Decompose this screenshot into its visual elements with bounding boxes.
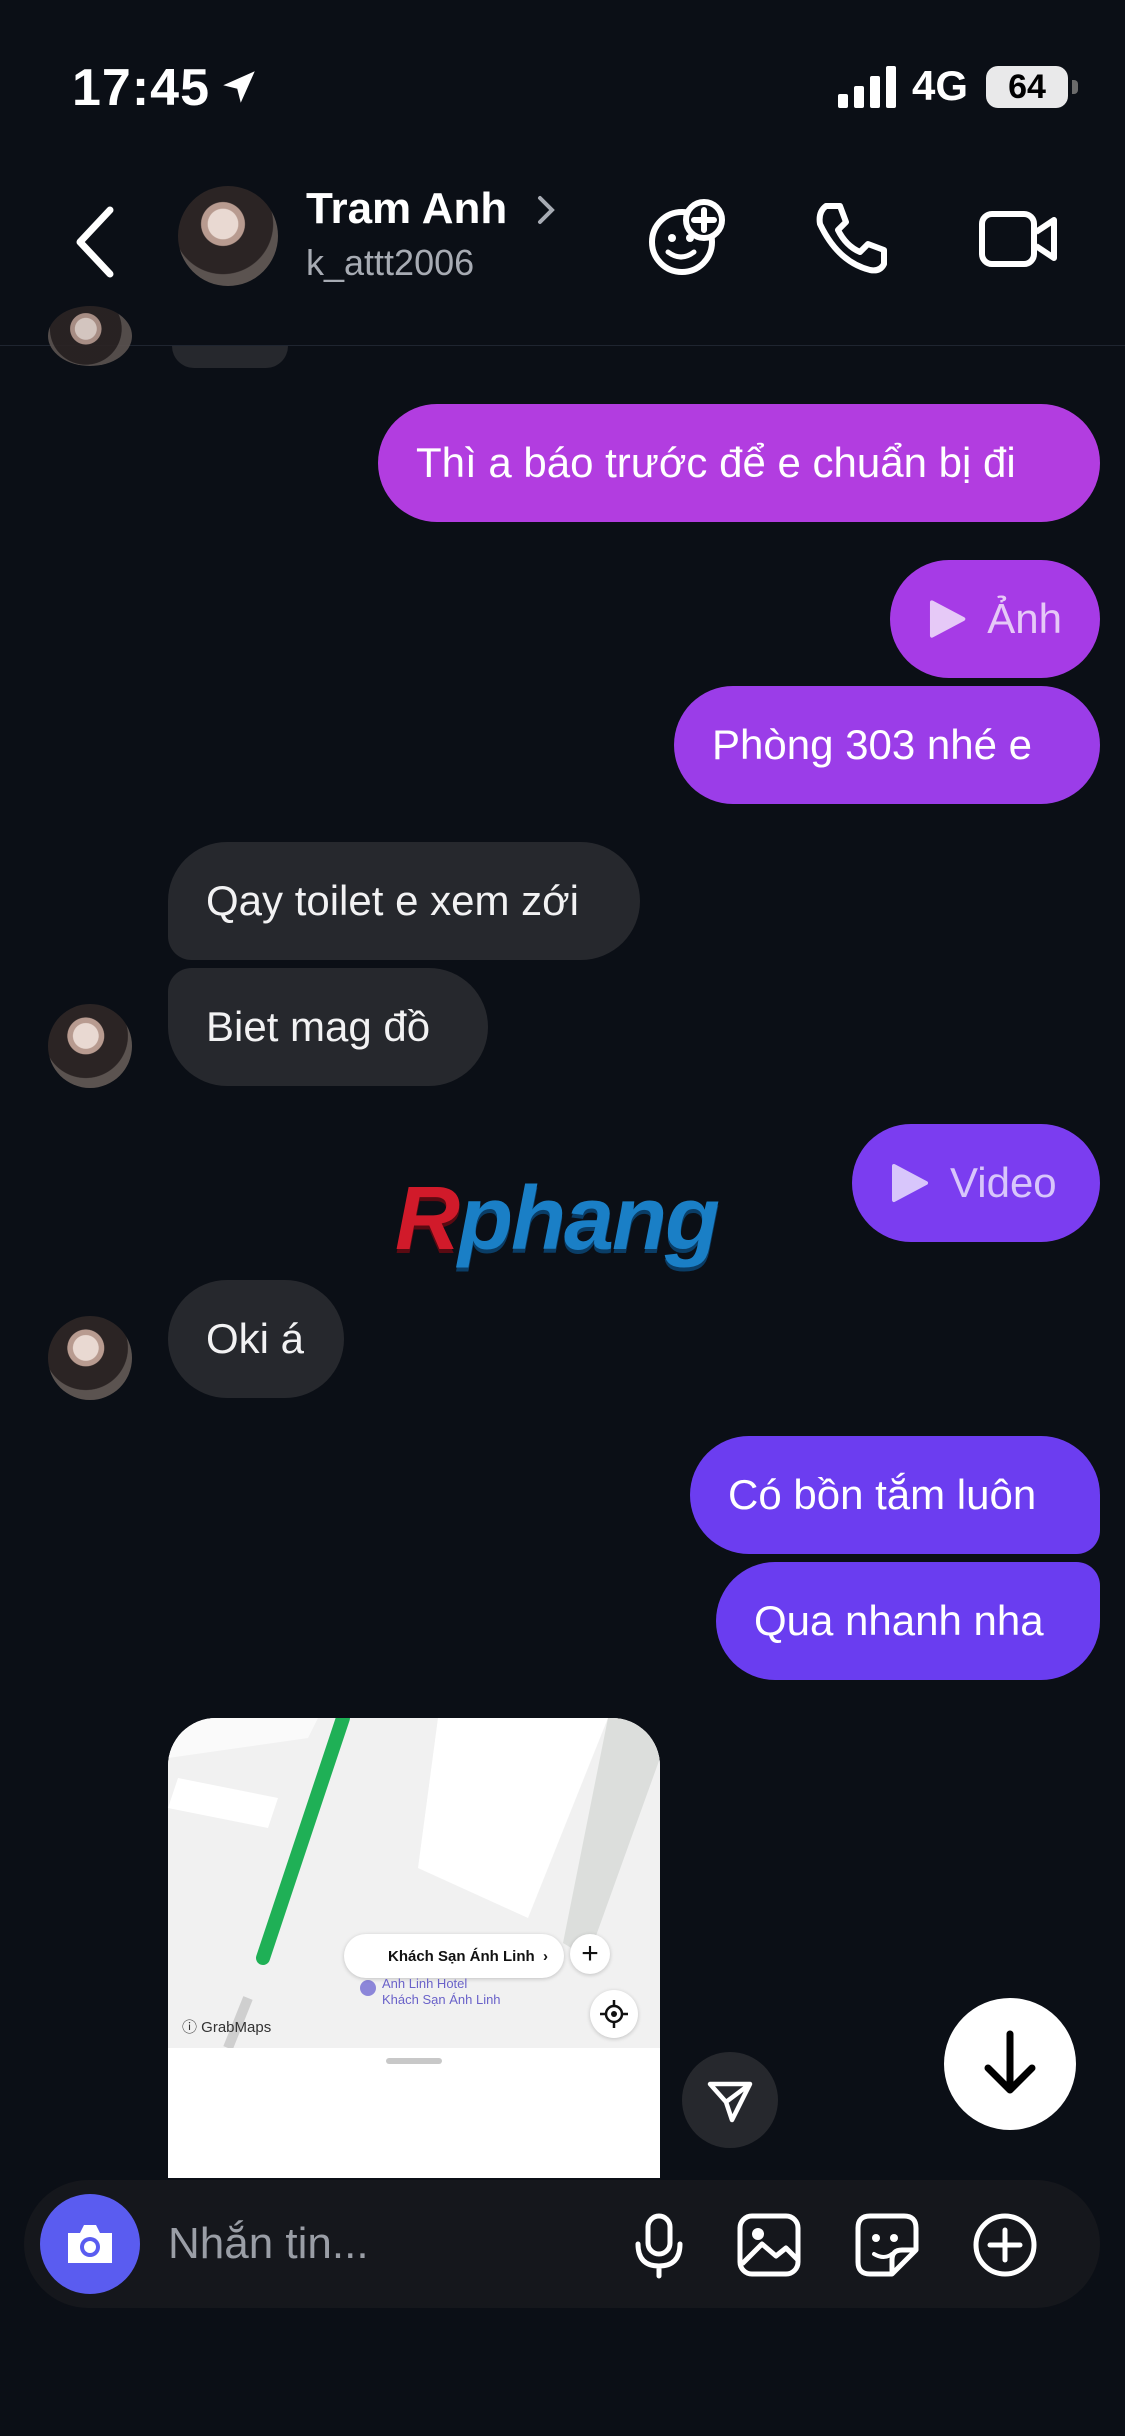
phone-icon[interactable] bbox=[808, 196, 892, 280]
map-brand: ⓘ GrabMaps bbox=[182, 2019, 272, 2036]
map-place-label[interactable]: Khách Sạn Ánh Linh › bbox=[344, 1934, 565, 1978]
microphone-icon[interactable] bbox=[624, 2210, 694, 2280]
plus-circle-icon[interactable] bbox=[970, 2210, 1040, 2280]
map-sub-label: Anh Linh Hotel bbox=[382, 1976, 468, 1991]
status-bar: 17:45 4G 64 bbox=[0, 0, 1125, 150]
locate-button[interactable] bbox=[590, 1990, 638, 2038]
contact-name[interactable]: Tram Anh bbox=[306, 184, 507, 234]
previous-avatar bbox=[48, 306, 132, 366]
contact-avatar[interactable] bbox=[178, 186, 278, 286]
message-incoming[interactable]: Oki á bbox=[168, 1280, 344, 1398]
message-text: Biet mag đồ bbox=[206, 1003, 431, 1050]
contact-username: k_attt2006 bbox=[306, 242, 475, 283]
chat-screen: 17:45 4G 64 Tram Anh k_attt2006 Thì a bá… bbox=[0, 0, 1125, 2436]
message-input[interactable] bbox=[168, 2180, 628, 2308]
map-add-button[interactable]: + bbox=[570, 1934, 610, 1974]
location-arrow-icon bbox=[223, 71, 255, 103]
status-time: 17:45 bbox=[72, 59, 210, 117]
play-icon bbox=[929, 600, 966, 638]
chevron-right-icon[interactable] bbox=[532, 190, 560, 230]
camera-icon bbox=[68, 2225, 112, 2263]
message-outgoing[interactable]: Có bồn tắm luôn bbox=[690, 1436, 1100, 1554]
scroll-to-bottom-button[interactable] bbox=[944, 1998, 1076, 2130]
sticker-icon[interactable] bbox=[852, 2210, 922, 2280]
map-sub-label: Khách Sạn Ánh Linh bbox=[382, 1992, 501, 2007]
chevron-right-icon: › bbox=[543, 1947, 549, 1965]
message-outgoing[interactable]: Qua nhanh nha bbox=[716, 1562, 1100, 1680]
message-text: Phòng 303 nhé e bbox=[712, 721, 1032, 768]
message-text: Oki á bbox=[206, 1315, 305, 1362]
location-map-card[interactable]: Khách Sạn Ánh Linh › + Anh Linh Hotel Kh… bbox=[168, 1718, 660, 2178]
play-icon bbox=[892, 1164, 928, 1202]
message-incoming[interactable]: Qay toilet e xem zới bbox=[168, 842, 640, 960]
chat-header: Tram Anh k_attt2006 bbox=[0, 150, 1125, 346]
message-outgoing[interactable]: Thì a báo trước để e chuẩn bị đi bbox=[378, 404, 1100, 522]
message-text: Ảnh bbox=[987, 595, 1062, 642]
contact-avatar-small[interactable] bbox=[48, 1316, 132, 1400]
map-card-handle bbox=[386, 2058, 442, 2064]
signal-icon bbox=[838, 66, 896, 108]
message-text: Có bồn tắm luôn bbox=[728, 1471, 1037, 1518]
battery-indicator: 64 bbox=[986, 66, 1078, 108]
camera-button[interactable] bbox=[40, 2194, 140, 2294]
message-text: Thì a báo trước để e chuẩn bị đi bbox=[416, 439, 1016, 486]
message-outgoing-photo[interactable]: Ảnh bbox=[890, 560, 1100, 678]
message-outgoing[interactable]: Phòng 303 nhé e bbox=[674, 686, 1100, 804]
crosshair-icon bbox=[600, 2000, 628, 2028]
network-type: 4G bbox=[912, 62, 969, 109]
share-button[interactable] bbox=[682, 2052, 778, 2148]
message-outgoing-video[interactable]: Video bbox=[852, 1124, 1100, 1242]
video-camera-icon[interactable] bbox=[976, 196, 1060, 280]
previous-bubble-edge bbox=[172, 346, 288, 368]
message-text: Qua nhanh nha bbox=[754, 1597, 1044, 1644]
watermark: Rphang bbox=[395, 1169, 720, 1269]
contact-avatar-small[interactable] bbox=[48, 1004, 132, 1088]
sticker-add-icon[interactable] bbox=[644, 196, 728, 280]
message-incoming[interactable]: Biet mag đồ bbox=[168, 968, 488, 1086]
message-composer bbox=[24, 2180, 1100, 2308]
send-icon bbox=[707, 2081, 753, 2123]
gallery-icon[interactable] bbox=[734, 2210, 804, 2280]
back-icon[interactable] bbox=[70, 202, 120, 282]
map-card-footer bbox=[168, 2048, 660, 2178]
message-text: Video bbox=[950, 1159, 1057, 1206]
arrow-down-icon bbox=[984, 2030, 1036, 2094]
message-text: Qay toilet e xem zới bbox=[206, 877, 579, 924]
